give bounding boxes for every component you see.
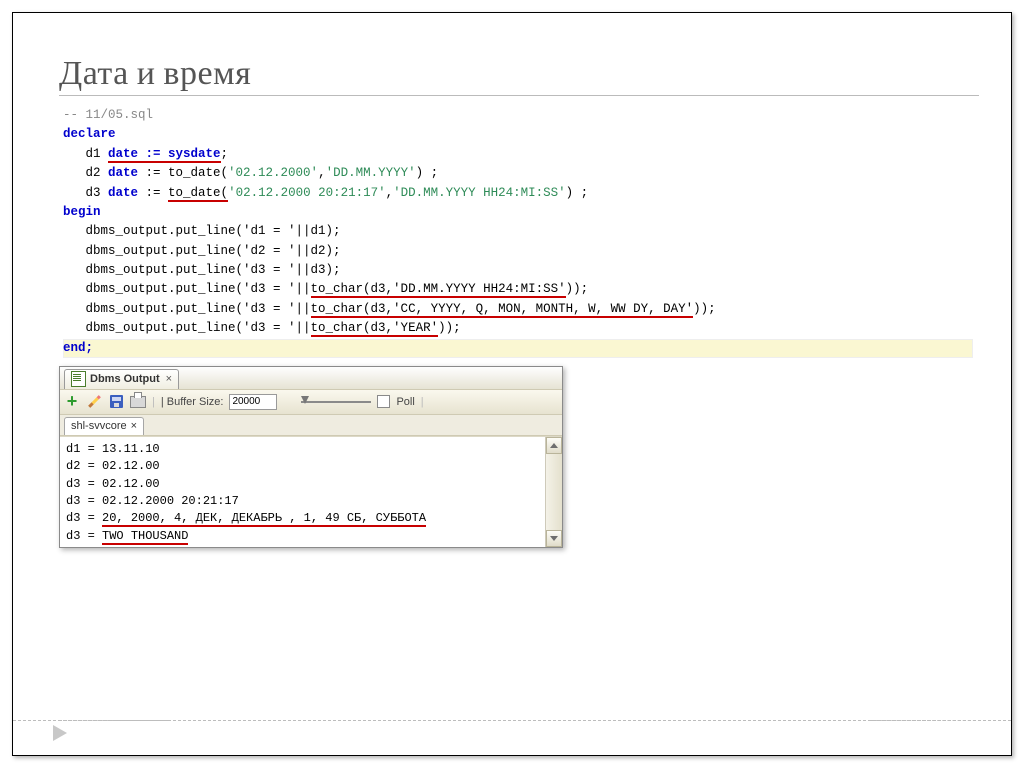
put-line-4-u: to_char(d3,'DD.MM.YYYY HH24:MI:SS': [311, 282, 566, 298]
close-tab-icon[interactable]: ×: [166, 373, 172, 385]
d3-str1: '02.12.2000 20:21:17': [228, 186, 386, 200]
begin-kw: begin: [63, 205, 101, 219]
output-area: d1 = 13.11.10 d2 = 02.12.00 d3 = 02.12.0…: [60, 436, 562, 547]
d2-str1: '02.12.2000': [228, 166, 318, 180]
d2-pre: d2: [63, 166, 108, 180]
slider-knob-icon[interactable]: [301, 396, 309, 404]
put-line-4-pre: dbms_output.put_line('d3 = '||: [63, 282, 311, 296]
play-marker-icon: [53, 725, 67, 741]
d2-comma: ,: [318, 166, 326, 180]
out-6-pre: d3 =: [66, 529, 102, 543]
put-line-4-post: ));: [566, 282, 589, 296]
sql-code-block: -- 11/05.sql declare d1 date := sysdate;…: [59, 104, 979, 360]
out-4: d3 = 02.12.2000 20:21:17: [66, 494, 239, 508]
footer-dashed-line: [13, 720, 1011, 721]
d3-type: date: [108, 186, 138, 200]
save-icon[interactable]: [108, 394, 124, 410]
scrollbar-track[interactable]: [546, 454, 562, 530]
scroll-down-button[interactable]: [546, 530, 562, 547]
d3-pre: d3: [63, 186, 108, 200]
out-5-pre: d3 =: [66, 511, 102, 525]
out-5-u: 20, 2000, 4, ДЕК, ДЕКАБРЬ , 1, 49 СБ, СУ…: [102, 511, 426, 527]
panel-tab-row: Dbms Output ×: [60, 367, 562, 389]
d3-end: ) ;: [566, 186, 589, 200]
out-2: d2 = 02.12.00: [66, 459, 160, 473]
add-icon[interactable]: +: [64, 394, 80, 410]
put-line-2: dbms_output.put_line('d2 = '||d2);: [63, 244, 341, 258]
toolbar-separator: |: [152, 396, 155, 408]
scroll-up-button[interactable]: [546, 437, 562, 454]
d2-mid: := to_date(: [138, 166, 228, 180]
put-line-3: dbms_output.put_line('d3 = '||d3);: [63, 263, 341, 277]
d1-post: ;: [221, 147, 229, 161]
put-line-1: dbms_output.put_line('d1 = '||d1);: [63, 224, 341, 238]
poll-label: Poll: [396, 396, 414, 408]
put-line-6-pre: dbms_output.put_line('d3 = '||: [63, 321, 311, 335]
d1-underlined: date := sysdate: [108, 147, 221, 163]
poll-slider[interactable]: [301, 401, 371, 403]
d2-type: date: [108, 166, 138, 180]
end-kw: end;: [63, 341, 93, 355]
connection-tab[interactable]: shl-svvcore ×: [64, 417, 144, 435]
declare-kw: declare: [63, 127, 116, 141]
dbms-toolbar: + | | Buffer Size: Poll |: [60, 389, 562, 415]
buffer-size-label: | Buffer Size:: [161, 396, 224, 408]
connection-tab-label: shl-svvcore: [71, 420, 127, 432]
d3-underlined: to_date(: [168, 186, 228, 202]
chevron-down-icon: [550, 536, 558, 541]
dbms-output-tab-label: Dbms Output: [90, 373, 160, 385]
toolbar-separator-2: |: [421, 396, 424, 408]
title-divider: [59, 95, 979, 96]
edit-icon[interactable]: [86, 394, 102, 410]
put-line-5-u: to_char(d3,'CC, YYYY, Q, MON, MONTH, W, …: [311, 302, 694, 318]
d1-pre: d1: [63, 147, 108, 161]
connection-tab-row: shl-svvcore ×: [60, 415, 562, 436]
put-line-5-post: ));: [693, 302, 716, 316]
poll-checkbox[interactable]: [377, 395, 390, 408]
close-connection-icon[interactable]: ×: [131, 420, 137, 432]
put-line-5-pre: dbms_output.put_line('d3 = '||: [63, 302, 311, 316]
out-1: d1 = 13.11.10: [66, 442, 160, 456]
print-icon[interactable]: [130, 394, 146, 410]
put-line-6-post: ));: [438, 321, 461, 335]
slide: Дата и время -- 11/05.sql declare d1 dat…: [12, 12, 1012, 756]
chevron-up-icon: [550, 443, 558, 448]
slide-title: Дата и время: [59, 53, 979, 93]
put-line-6-u: to_char(d3,'YEAR': [311, 321, 439, 337]
d2-end: ) ;: [416, 166, 439, 180]
d3-mid: :=: [138, 186, 168, 200]
vertical-scrollbar[interactable]: [545, 437, 562, 547]
output-text: d1 = 13.11.10 d2 = 02.12.00 d3 = 02.12.0…: [60, 437, 562, 547]
out-3: d3 = 02.12.00: [66, 477, 160, 491]
out-6-u: TWO THOUSAND: [102, 529, 188, 545]
d2-str2: 'DD.MM.YYYY': [326, 166, 416, 180]
buffer-size-input[interactable]: [229, 394, 277, 410]
document-icon: [71, 371, 86, 387]
dbms-output-tab[interactable]: Dbms Output ×: [64, 369, 179, 389]
code-comment: -- 11/05.sql: [63, 108, 153, 122]
dbms-output-panel: Dbms Output × + | | Buffer Size: Poll | …: [59, 366, 563, 548]
d3-str2: 'DD.MM.YYYY HH24:MI:SS': [393, 186, 566, 200]
d3-comma: ,: [386, 186, 394, 200]
